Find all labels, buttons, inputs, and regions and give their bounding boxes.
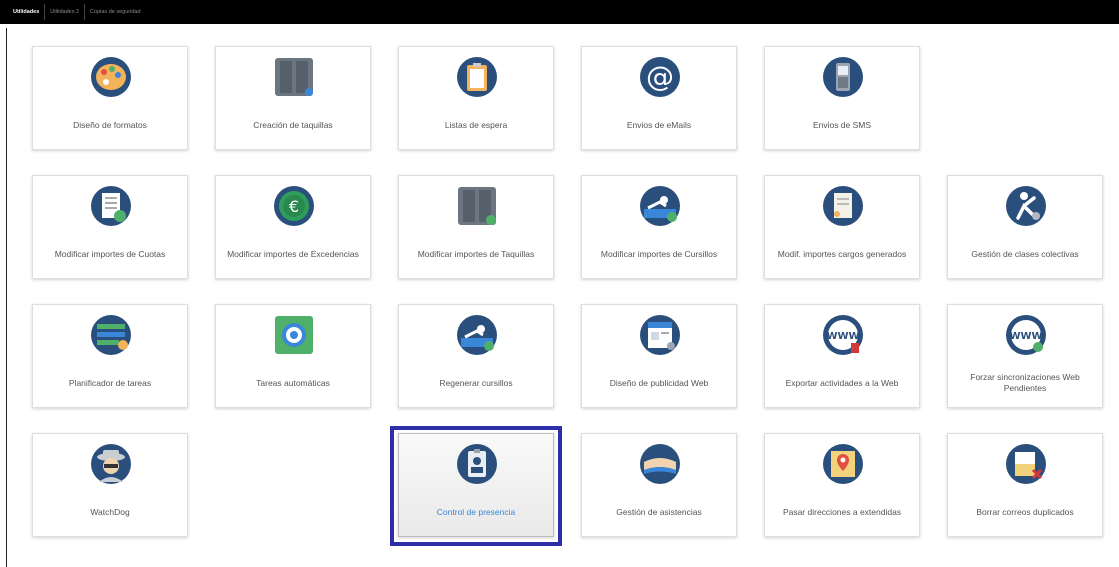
tile-control-presencia[interactable]: Control de presencia: [398, 433, 554, 537]
gear-icon: [272, 313, 316, 357]
receipt-icon: [821, 184, 865, 228]
svg-text:WWW: WWW: [1009, 331, 1042, 342]
tile-mod-cursillos[interactable]: Modificar importes de Cursillos: [581, 175, 737, 279]
hands-icon: [638, 442, 682, 486]
swimmer-refresh-icon: [455, 313, 499, 357]
tile-label: Planificador de tareas: [68, 377, 152, 388]
tile-mod-cuotas[interactable]: Modificar importes de Cuotas: [32, 175, 188, 279]
map-pin-icon: [821, 442, 865, 486]
tile-label: Gestión de asistencias: [616, 506, 702, 517]
svg-text:€: €: [289, 197, 299, 216]
top-tab-bar: Utilidades Utilidades 2 Copias de seguri…: [0, 0, 1119, 24]
tile-label: Envios de eMails: [626, 119, 692, 130]
delete-mail-icon: [1004, 442, 1048, 486]
tab-utilidades[interactable]: Utilidades: [8, 4, 44, 20]
mobile-phone-icon: [821, 55, 865, 99]
tile-mod-cargos[interactable]: Modif. importes cargos generados: [764, 175, 920, 279]
tile-gestion-asistencias[interactable]: Gestión de asistencias: [581, 433, 737, 537]
tile-label: Diseño de publicidad Web: [609, 377, 709, 388]
tile-label: Pasar direcciones a extendidas: [782, 506, 902, 517]
tile-label: Listas de espera: [444, 119, 508, 130]
tile-label: Control de presencia: [436, 506, 516, 517]
palette-icon: [89, 55, 133, 99]
tile-envios-emails[interactable]: @ Envios de eMails: [581, 46, 737, 150]
tile-forzar-sync[interactable]: WWW Forzar sincronizaciones Web Pendient…: [947, 304, 1103, 408]
fitness-class-icon: [1004, 184, 1048, 228]
tile-exportar-web[interactable]: WWW Exportar actividades a la Web: [764, 304, 920, 408]
swimmer-edit-icon: [638, 184, 682, 228]
tile-diseno-formatos[interactable]: Diseño de formatos: [32, 46, 188, 150]
tile-label: Modif. importes cargos generados: [777, 248, 907, 259]
tile-label: Gestión de clases colectivas: [971, 248, 1079, 259]
tile-label: WatchDog: [90, 506, 130, 517]
tile-mod-taquillas[interactable]: Modificar importes de Taquillas: [398, 175, 554, 279]
www-export-icon: WWW: [821, 313, 865, 357]
id-badge-icon: [455, 442, 499, 486]
tile-planificador[interactable]: Planificador de tareas: [32, 304, 188, 408]
left-border-line: [6, 28, 7, 567]
tile-listas-espera[interactable]: Listas de espera: [398, 46, 554, 150]
svg-text:WWW: WWW: [826, 331, 859, 342]
svg-text:@: @: [646, 60, 674, 93]
tile-label: Regenerar cursillos: [439, 377, 513, 388]
tile-clases-colectivas[interactable]: Gestión de clases colectivas: [947, 175, 1103, 279]
tile-label: Borrar correos duplicados: [976, 506, 1074, 517]
document-edit-icon: [89, 184, 133, 228]
www-sync-icon: WWW: [1004, 313, 1048, 357]
tile-regenerar-cursillos[interactable]: Regenerar cursillos: [398, 304, 554, 408]
tile-pasar-direcciones[interactable]: Pasar direcciones a extendidas: [764, 433, 920, 537]
tile-label: Tareas automáticas: [256, 377, 330, 388]
tile-label: Modificar importes de Cuotas: [54, 248, 166, 259]
web-page-icon: [638, 313, 682, 357]
euro-coin-icon: €: [272, 184, 316, 228]
at-sign-icon: @: [638, 55, 682, 99]
tile-publicidad-web[interactable]: Diseño de publicidad Web: [581, 304, 737, 408]
tile-envios-sms[interactable]: Envios de SMS: [764, 46, 920, 150]
tile-tareas-automaticas[interactable]: Tareas automáticas: [215, 304, 371, 408]
tab-copias-seguridad[interactable]: Copias de seguridad: [84, 4, 145, 20]
tile-borrar-correos[interactable]: Borrar correos duplicados: [947, 433, 1103, 537]
tile-label: Exportar actividades a la Web: [785, 377, 899, 388]
tab-strip: Utilidades Utilidades 2 Copias de seguri…: [0, 4, 146, 20]
tile-label: Envios de SMS: [812, 119, 872, 130]
tile-mod-excedencias[interactable]: € Modificar importes de Excedencias: [215, 175, 371, 279]
locker-edit-icon: [455, 184, 499, 228]
locker-icon: [272, 55, 316, 99]
detective-icon: [89, 442, 133, 486]
clipboard-icon: [455, 55, 499, 99]
tile-label: Forzar sincronizaciones Web Pendientes: [970, 372, 1080, 393]
tab-utilidades-2[interactable]: Utilidades 2: [44, 4, 84, 20]
tile-label: Creación de taquillas: [253, 119, 333, 130]
tile-label: Diseño de formatos: [73, 119, 147, 130]
tile-watchdog[interactable]: WatchDog: [32, 433, 188, 537]
task-planner-icon: [89, 313, 133, 357]
tile-label: Modificar importes de Taquillas: [417, 248, 535, 259]
tile-label: Modificar importes de Excedencias: [227, 248, 359, 259]
tile-creacion-taquillas[interactable]: Creación de taquillas: [215, 46, 371, 150]
tile-label: Modificar importes de Cursillos: [600, 248, 718, 259]
